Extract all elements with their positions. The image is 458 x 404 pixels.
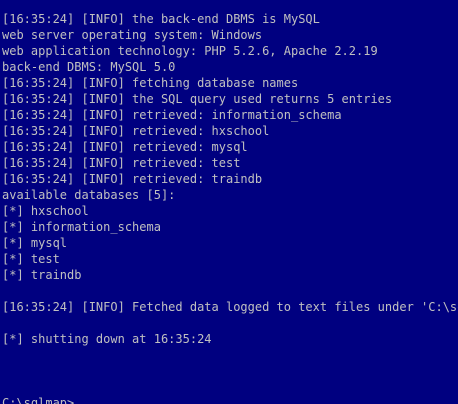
console-line: [16:35:24] [INFO] retrieved: hxschool — [2, 124, 270, 138]
console-output: [16:35:24] [INFO] the back-end DBMS is M… — [2, 11, 458, 395]
console-line: [16:35:24] [INFO] retrieved: traindb — [2, 172, 263, 186]
console-line: web server operating system: Windows — [2, 28, 263, 42]
console-line: [16:35:24] [INFO] retrieved: test — [2, 156, 241, 170]
console-line: [*] shutting down at 16:35:24 — [2, 332, 212, 346]
console-line: [*] information_schema — [2, 220, 161, 234]
console-line: [*] test — [2, 252, 60, 266]
console-line: available databases [5]: — [2, 188, 176, 202]
prompt-text: C:\sqlmap> — [2, 396, 75, 404]
console-line: back-end DBMS: MySQL 5.0 — [2, 60, 176, 74]
console-line: [*] hxschool — [2, 204, 89, 218]
console-line: [16:35:24] [INFO] the back-end DBMS is M… — [2, 12, 320, 26]
console-line: [16:35:24] [INFO] Fetched data logged to… — [2, 300, 458, 314]
console-window[interactable]: [16:35:24] [INFO] the back-end DBMS is M… — [0, 0, 458, 404]
console-line: [*] traindb — [2, 268, 82, 282]
command-prompt[interactable]: C:\sqlmap> — [2, 395, 458, 404]
console-line: [*] mysql — [2, 236, 68, 250]
console-line: [16:35:24] [INFO] fetching database name… — [2, 76, 299, 90]
console-line: [16:35:24] [INFO] the SQL query used ret… — [2, 92, 393, 106]
console-line: web application technology: PHP 5.2.6, A… — [2, 44, 378, 58]
console-line: [16:35:24] [INFO] retrieved: mysql — [2, 140, 248, 154]
console-line: [16:35:24] [INFO] retrieved: information… — [2, 108, 342, 122]
